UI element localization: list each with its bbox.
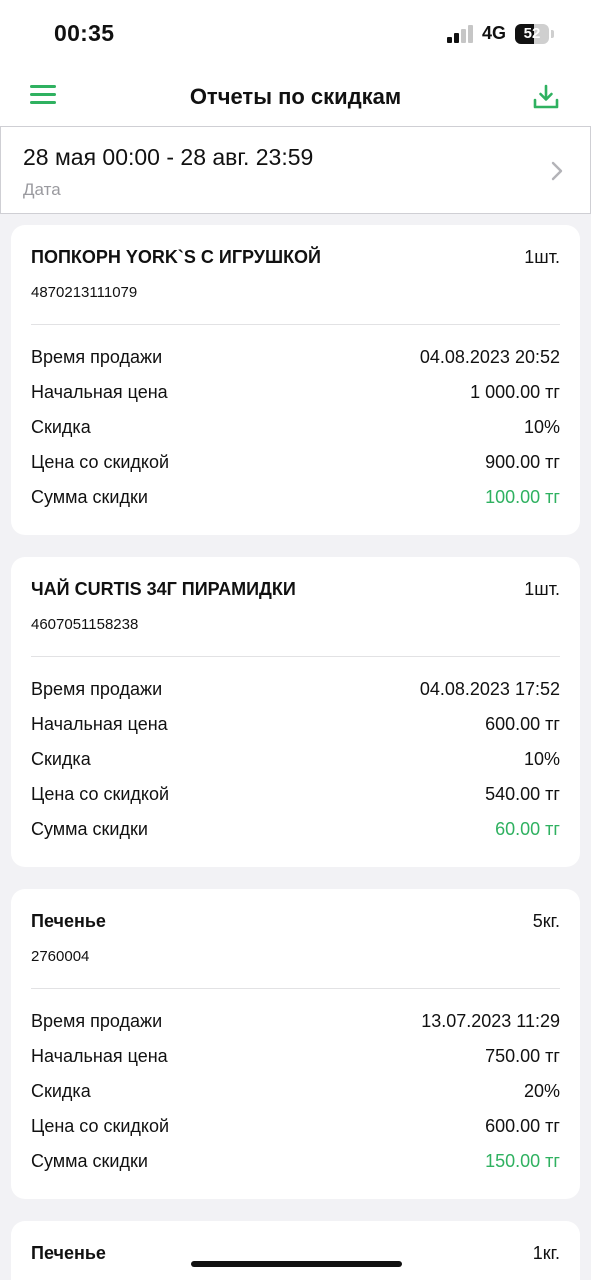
initial-price-row: Начальная цена 1 000.00 тг (31, 382, 560, 406)
discount-row: Скидка 10% (31, 417, 560, 441)
status-bar: 00:35 4G 52 (0, 0, 591, 64)
battery-level: 52 (523, 25, 541, 42)
initial-price-row: Начальная цена 750.00 тг (31, 1046, 560, 1070)
discounted-price-value: 600.00 тг (485, 1116, 560, 1136)
product-quantity: 1шт. (524, 579, 560, 599)
product-name: Печенье (31, 1243, 106, 1263)
initial-price-label: Начальная цена (31, 1046, 168, 1066)
sale-time-value: 04.08.2023 20:52 (419, 347, 560, 367)
date-range-value: 28 мая 00:00 - 28 авг. 23:59 (23, 144, 314, 170)
product-barcode: 2760004 (31, 948, 90, 965)
discounted-price-value: 540.00 тг (485, 784, 560, 804)
page-title: Отчеты по скидкам (189, 84, 402, 109)
divider (31, 656, 560, 657)
discounted-price-row: Цена со скидкой 540.00 тг (31, 784, 560, 808)
discount-item-card[interactable]: ПОПКОРН YORK`S С ИГРУШКОЙ 1шт. 487021311… (11, 225, 580, 535)
discount-sum-row: Сумма скидки 150.00 тг (31, 1151, 560, 1175)
initial-price-label: Начальная цена (31, 382, 168, 402)
discount-row: Скидка 10% (31, 749, 560, 773)
product-quantity: 1шт. (524, 247, 560, 267)
battery-icon: 52 (515, 24, 549, 44)
network-type: 4G (482, 23, 507, 43)
status-time: 00:35 (54, 20, 115, 46)
date-filter[interactable]: 28 мая 00:00 - 28 авг. 23:59 Дата (0, 126, 591, 214)
discount-label: Скидка (31, 749, 91, 769)
discount-sum-label: Сумма скидки (31, 819, 148, 839)
discount-sum-row: Сумма скидки 100.00 тг (31, 487, 560, 511)
discount-label: Скидка (31, 417, 91, 437)
sale-time-row: Время продажи 04.08.2023 20:52 (31, 347, 560, 371)
discount-sum-label: Сумма скидки (31, 487, 148, 507)
cellular-signal-icon (447, 25, 475, 43)
sale-time-row: Время продажи 13.07.2023 11:29 (31, 1011, 560, 1035)
sale-time-value: 04.08.2023 17:52 (419, 679, 560, 699)
chevron-right-icon (549, 160, 565, 182)
discount-sum-row: Сумма скидки 60.00 тг (31, 819, 560, 843)
discount-item-card[interactable]: ЧАЙ CURTIS 34Г ПИРАМИДКИ 1шт. 4607051158… (11, 557, 580, 867)
divider (31, 988, 560, 989)
discount-item-card[interactable]: Печенье 1кг. (11, 1221, 580, 1280)
sale-time-label: Время продажи (31, 679, 163, 699)
initial-price-value: 1 000.00 тг (470, 382, 560, 402)
sale-time-row: Время продажи 04.08.2023 17:52 (31, 679, 560, 703)
initial-price-value: 600.00 тг (485, 714, 560, 734)
initial-price-label: Начальная цена (31, 714, 168, 734)
discount-row: Скидка 20% (31, 1081, 560, 1105)
discount-value: 10% (523, 417, 560, 437)
home-indicator[interactable] (191, 1261, 402, 1267)
product-name: Печенье (31, 911, 106, 931)
discounted-price-row: Цена со скидкой 900.00 тг (31, 452, 560, 476)
discounted-price-row: Цена со скидкой 600.00 тг (31, 1116, 560, 1140)
discounted-price-label: Цена со скидкой (31, 1116, 170, 1136)
discount-label: Скидка (31, 1081, 91, 1101)
sale-time-label: Время продажи (31, 347, 163, 367)
discounted-price-label: Цена со скидкой (31, 784, 170, 804)
initial-price-value: 750.00 тг (485, 1046, 560, 1066)
discount-sum-value: 100.00 тг (485, 487, 560, 507)
product-name: ПОПКОРН YORK`S С ИГРУШКОЙ (31, 247, 321, 267)
product-quantity: 5кг. (532, 911, 560, 931)
sale-time-label: Время продажи (31, 1011, 163, 1031)
discounted-price-label: Цена со скидкой (31, 452, 170, 472)
nav-bar: Отчеты по скидкам (0, 64, 591, 126)
download-icon[interactable] (532, 83, 560, 111)
discount-sum-label: Сумма скидки (31, 1151, 148, 1171)
discount-value: 10% (523, 749, 560, 769)
discount-item-card[interactable]: Печенье 5кг. 2760004 Время продажи 13.07… (11, 889, 580, 1199)
discount-value: 20% (523, 1081, 560, 1101)
discount-sum-value: 150.00 тг (485, 1151, 560, 1171)
product-barcode: 4607051158238 (31, 616, 139, 633)
discounted-price-value: 900.00 тг (485, 452, 560, 472)
product-name: ЧАЙ CURTIS 34Г ПИРАМИДКИ (31, 579, 296, 599)
product-quantity: 1кг. (532, 1243, 560, 1263)
sale-time-value: 13.07.2023 11:29 (421, 1011, 560, 1031)
divider (31, 324, 560, 325)
initial-price-row: Начальная цена 600.00 тг (31, 714, 560, 738)
product-barcode: 4870213111079 (31, 284, 138, 301)
date-label: Дата (23, 180, 61, 199)
battery-cap (551, 30, 554, 38)
discount-sum-value: 60.00 тг (495, 819, 560, 839)
